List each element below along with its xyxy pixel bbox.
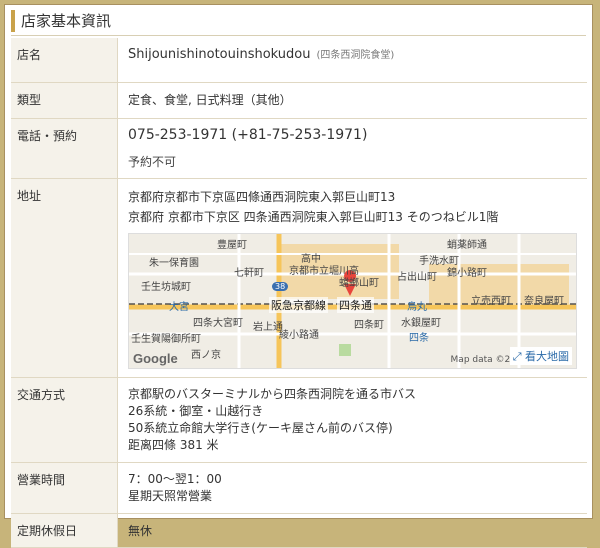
access-line: 50系統立命館大学行き(ケーキ屋さん前のバス停) <box>128 420 393 435</box>
row-label: 店名 <box>11 38 118 83</box>
reservation-note: 予約不可 <box>128 154 177 169</box>
map-label: 大宮 <box>169 301 189 313</box>
category-value: 定食、食堂, 日式料理（其他） <box>117 82 587 119</box>
map-label: 錦小路町 <box>447 267 487 279</box>
map-label: 壬生賀陽御所町 <box>131 333 201 345</box>
row-label: 交通方式 <box>11 377 118 463</box>
row-label: 類型 <box>11 82 118 119</box>
holiday-value: 無休 <box>117 513 587 548</box>
row-access: 交通方式 京都駅のバスターミナルから四条西洞院を通る市バス 26系統・御室・山越… <box>11 377 587 463</box>
map-label: 蟷螂山町 <box>339 277 379 289</box>
map-label: 四条大宮町 <box>193 317 243 329</box>
map-label: 占出山町 <box>397 271 437 283</box>
map-label: 立売西町 <box>471 295 511 307</box>
phone-number[interactable]: 075-253-1971 (+81-75-253-1971) <box>128 127 577 143</box>
map-embed[interactable]: 朱一保育園 壬生坊城町 七軒町 豊屋町 高中 京都市立堀川高 蟷螂山町 占出山町… <box>128 232 577 369</box>
map-label: 朱一保育園 <box>149 257 199 269</box>
route-shield: 38 <box>272 281 289 291</box>
map-credit: Map data ©20 <box>450 354 516 365</box>
address-line: 京都府京都市下京區四條通西洞院東入郭巨山町13 <box>128 189 396 204</box>
row-label: 地址 <box>11 178 118 378</box>
access-line: 京都駅のバスターミナルから四条西洞院を通る市バス <box>128 386 417 401</box>
shop-info-table: 店名 Shijounishinotouinshokudou (四条西洞院食堂) 類… <box>11 38 587 548</box>
access-line: 26系統・御室・山越行き <box>128 403 264 418</box>
map-label: 烏丸 <box>407 301 427 313</box>
expand-icon: ⤢ <box>512 349 525 363</box>
map-label: 壬生坊城町 <box>141 281 191 293</box>
row-hours: 營業時間 7：00～翌1：00 星期天照常營業 <box>11 462 587 514</box>
shop-name: Shijounishinotouinshokudou <box>128 47 311 62</box>
map-label: 綾小路通 <box>279 329 319 341</box>
map-label: 豊屋町 <box>217 239 247 251</box>
row-label: 電話・預約 <box>11 118 118 179</box>
row-phone: 電話・預約 075-253-1971 (+81-75-253-1971) 予約不… <box>11 118 587 179</box>
map-label: 水銀屋町 <box>401 317 441 329</box>
row-category: 類型 定食、食堂, 日式料理（其他） <box>11 82 587 119</box>
map-label: 蛸薬師通 <box>447 239 487 251</box>
shop-name-local: (四条西洞院食堂) <box>316 50 395 61</box>
map-label: 西ノ京 <box>191 349 221 361</box>
map-label: 四条通 <box>337 296 374 313</box>
hours-line: 7：00～翌1：00 <box>128 471 222 486</box>
section-title: 店家基本資訊 <box>11 10 117 32</box>
map-label: 岩上通 <box>253 321 283 333</box>
title-divider <box>11 35 586 36</box>
map-label: 阪急京都線 <box>269 296 328 313</box>
address-line: 京都府 京都市下京区 四条通西洞院東入郭巨山町13 そのつねビル1階 <box>128 209 499 224</box>
row-name: 店名 Shijounishinotouinshokudou (四条西洞院食堂) <box>11 38 587 83</box>
map-label: 四条 <box>409 332 429 344</box>
row-holiday: 定期休假日 無休 <box>11 513 587 548</box>
access-line: 距离四條 381 米 <box>128 437 219 452</box>
map-label: 四条町 <box>354 319 384 331</box>
row-label: 定期休假日 <box>11 513 118 548</box>
row-label: 營業時間 <box>11 462 118 514</box>
map-label: 奈良屋町 <box>524 295 564 307</box>
view-large-map-link[interactable]: ⤢ 看大地圖 <box>509 346 572 365</box>
shop-info-panel: 店家基本資訊 店名 Shijounishinotouinshokudou (四条西… <box>4 4 593 548</box>
hours-line: 星期天照常營業 <box>128 488 213 503</box>
row-address: 地址 京都府京都市下京區四條通西洞院東入郭巨山町13 京都府 京都市下京区 四条… <box>11 178 587 378</box>
google-logo: Google <box>133 350 178 366</box>
map-label: 七軒町 <box>234 267 264 279</box>
